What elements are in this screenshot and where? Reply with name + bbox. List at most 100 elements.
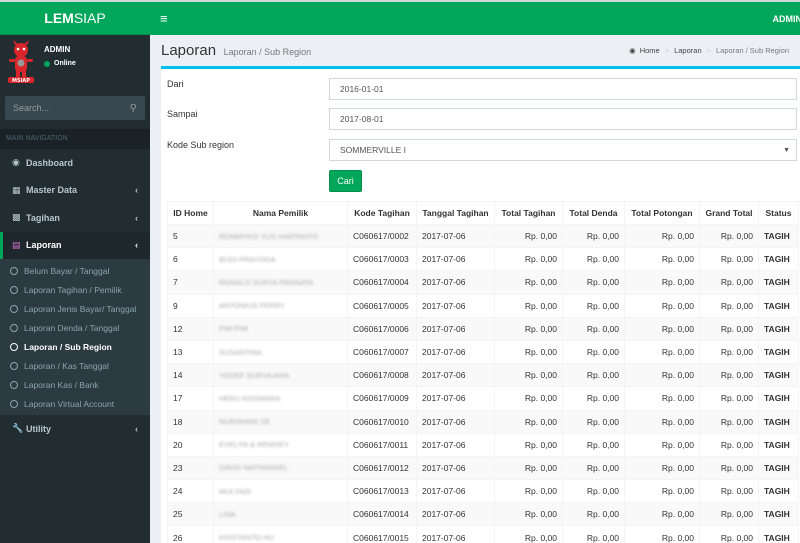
table-row[interactable]: 24 MULYADI C060617/0013 2017-07-06 Rp. 0,00 R… <box>167 479 799 504</box>
cell-status: TAGIH <box>758 432 799 457</box>
sidebar-item-laporan[interactable]: ▤ Laporan ‹ <box>0 231 150 259</box>
cell-total-denda: Rp. 0,00 <box>562 293 625 318</box>
cell-grand-total: Rp. 0,00 <box>699 316 759 341</box>
col-total-denda[interactable]: Total Denda <box>562 201 625 225</box>
sidebar-item-dashboard[interactable]: ◉ Dashboard <box>0 149 150 177</box>
breadcrumb-home[interactable]: Home <box>640 46 660 55</box>
cell-nama-pemilik: NURSHANI SE <box>213 409 348 434</box>
submenu-denda[interactable]: Laporan Denda / Tanggal <box>0 318 150 337</box>
dashboard-icon: ◉ <box>12 157 20 168</box>
page-subtitle: Laporan / Sub Region <box>223 46 312 57</box>
home-icon: ◉ <box>629 45 636 55</box>
submenu-kas-tanggal[interactable]: Laporan / Kas Tanggal <box>0 356 150 375</box>
cell-grand-total: Rp. 0,00 <box>699 525 759 543</box>
table-row[interactable]: 14 YOSEF SURYAJAYA C060617/0008 2017-07-06 R… <box>167 363 799 388</box>
circle-icon <box>10 342 18 351</box>
table-row[interactable]: 6 BUDI PRAYOGA C060617/0003 2017-07-06 Rp. 0… <box>167 247 799 272</box>
cell-kode-tagihan: C060617/0015 <box>347 525 417 543</box>
cell-total-potongan: Rp. 0,00 <box>624 502 700 527</box>
cari-button[interactable]: Cari <box>329 170 362 192</box>
cell-total-potongan: Rp. 0,00 <box>624 479 700 504</box>
cell-total-tagihan: Rp. 0,00 <box>494 293 563 318</box>
submenu-belum-bayar[interactable]: Belum Bayar / Tanggal <box>0 261 150 280</box>
cell-nama-pemilik: PIM PIM <box>213 316 348 341</box>
sidebar-search-input[interactable] <box>13 103 113 113</box>
subregion-label: Kode Sub region <box>167 140 235 150</box>
table-row[interactable]: 9 ANTONIUS FERRY C060617/0005 2017-07-06 Rp.… <box>167 293 799 318</box>
user-name: ADMIN <box>44 45 71 54</box>
cell-kode-tagihan: C060617/0007 <box>347 339 417 365</box>
table-row[interactable]: 5 ROMMYKO YUS HARTANTO C060617/0002 2017-07… <box>167 223 799 249</box>
submenu-sub-region[interactable]: Laporan / Sub Region <box>0 337 150 356</box>
col-total-tagihan[interactable]: Total Tagihan <box>494 201 563 225</box>
dari-date-input[interactable] <box>329 78 797 100</box>
table-body: 5 ROMMYKO YUS HARTANTO C060617/0002 2017-07… <box>167 223 799 543</box>
submenu-tagihan-pemilik[interactable]: Laporan Tagihan / Pemilik <box>0 280 150 299</box>
sidebar-search: ⚲ <box>5 96 145 120</box>
cell-nama-pemilik: EVELYN & REMSEY <box>213 432 348 457</box>
cell-grand-total: Rp. 0,00 <box>699 293 759 318</box>
sampai-date-input[interactable] <box>329 108 797 130</box>
cell-kode-tagihan: C060617/0010 <box>347 409 417 434</box>
cell-total-potongan: Rp. 0,00 <box>624 247 700 272</box>
cell-total-potongan: Rp. 0,00 <box>624 525 700 543</box>
subregion-selected: SOMMERVILLE I <box>340 145 406 155</box>
col-total-potongan[interactable]: Total Potongan <box>624 201 700 225</box>
cell-nama-pemilik: ANTONIUS FERRY <box>213 293 348 318</box>
breadcrumb-laporan[interactable]: Laporan <box>674 46 702 55</box>
col-status[interactable]: Status <box>758 201 799 225</box>
cell-nama-pemilik: SUSANTINA <box>213 339 348 365</box>
cell-nama-pemilik: YOSEF SURYAJAYA <box>213 363 348 388</box>
col-grand-total[interactable]: Grand Total <box>699 201 759 225</box>
sidebar-item-master-data[interactable]: ▦ Master Data ‹ <box>0 177 150 205</box>
cell-tanggal-tagihan: 2017-07-06 <box>416 479 495 504</box>
submenu-label: Laporan Denda / Tanggal <box>24 322 120 333</box>
submenu-label: Belum Bayar / Tanggal <box>24 265 110 276</box>
cell-total-tagihan: Rp. 0,00 <box>494 455 563 481</box>
cell-nama-pemilik: DAVID NATHANAEL <box>213 455 348 481</box>
cell-status: TAGIH <box>758 270 799 295</box>
col-kode-tagihan[interactable]: Kode Tagihan <box>347 201 417 225</box>
sidebar-toggle-icon[interactable]: ≡ <box>160 11 168 26</box>
page-title: Laporan <box>161 41 217 59</box>
subregion-select[interactable]: SOMMERVILLE I ▼ <box>329 139 797 161</box>
col-nama-pemilik[interactable]: Nama Pemilik <box>213 201 348 225</box>
table-row[interactable]: 25 LINA C060617/0014 2017-07-06 Rp. 0,00 Rp. … <box>167 502 799 527</box>
sidebar-item-utility[interactable]: 🔧 Utility ‹ <box>0 415 150 443</box>
col-tanggal-tagihan[interactable]: Tanggal Tagihan <box>416 201 495 225</box>
table-row[interactable]: 17 HERU KOSWARA C060617/0009 2017-07-06 Rp. … <box>167 386 799 411</box>
cell-status: TAGIH <box>758 525 799 543</box>
table-row[interactable]: 13 SUSANTINA C060617/0007 2017-07-06 Rp. 0,0… <box>167 339 799 365</box>
cell-total-tagihan: Rp. 0,00 <box>494 339 563 365</box>
cell-total-denda: Rp. 0,00 <box>562 339 625 365</box>
table-row[interactable]: 26 KRISTANTO HU C060617/0015 2017-07-06 Rp. … <box>167 525 799 543</box>
table-row[interactable]: 20 EVELYN & REMSEY C060617/0011 2017-07-06 R… <box>167 432 799 457</box>
col-id-home[interactable]: ID Home <box>167 201 214 225</box>
submenu-virtual-account[interactable]: Laporan Virtual Account <box>0 394 150 413</box>
table-row[interactable]: 23 DAVID NATHANAEL C060617/0012 2017-07-06 R… <box>167 455 799 481</box>
submenu-kas-bank[interactable]: Laporan Kas / Bank <box>0 375 150 394</box>
mascot-icon: MSIAP <box>8 40 34 84</box>
cell-id-home: 20 <box>167 432 214 457</box>
sidebar-item-tagihan[interactable]: ▩ Tagihan ‹ <box>0 204 150 232</box>
cell-status: TAGIH <box>758 409 799 434</box>
money-icon: ▩ <box>12 212 21 223</box>
table-row[interactable]: 7 RONALD SURYA PRANATA C060617/0004 2017-07… <box>167 270 799 295</box>
submenu-jenis-bayar[interactable]: Laporan Jenis Bayar/ Tanggal <box>0 299 150 318</box>
svg-text:MSIAP: MSIAP <box>12 78 30 84</box>
cell-status: TAGIH <box>758 455 799 481</box>
cell-id-home: 5 <box>167 223 214 249</box>
cell-tanggal-tagihan: 2017-07-06 <box>416 293 495 318</box>
cell-total-potongan: Rp. 0,00 <box>624 270 700 295</box>
app-logo[interactable]: LEMSIAP <box>0 2 150 35</box>
cell-id-home: 18 <box>167 409 214 434</box>
user-menu[interactable]: ADMIN <box>773 14 800 24</box>
cell-id-home: 9 <box>167 293 214 318</box>
circle-icon <box>10 285 18 294</box>
avatar: MSIAP <box>6 40 36 84</box>
cell-nama-pemilik: LINA <box>213 502 348 527</box>
table-row[interactable]: 12 PIM PIM C060617/0006 2017-07-06 Rp. 0,00 R… <box>167 316 799 341</box>
search-icon[interactable]: ⚲ <box>130 103 137 114</box>
cell-grand-total: Rp. 0,00 <box>699 409 759 434</box>
table-row[interactable]: 18 NURSHANI SE C060617/0010 2017-07-06 Rp. 0… <box>167 409 799 434</box>
